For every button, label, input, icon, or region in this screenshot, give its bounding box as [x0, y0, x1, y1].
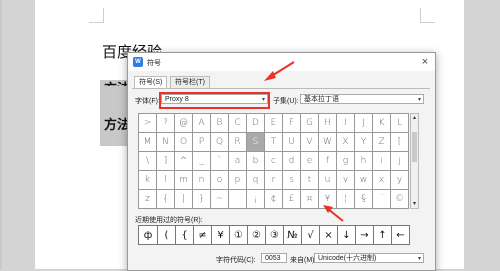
- arrow-to-symbol-icon: [323, 205, 344, 222]
- annotation-arrows: [264, 61, 344, 222]
- arrow-to-font-icon: [264, 61, 295, 81]
